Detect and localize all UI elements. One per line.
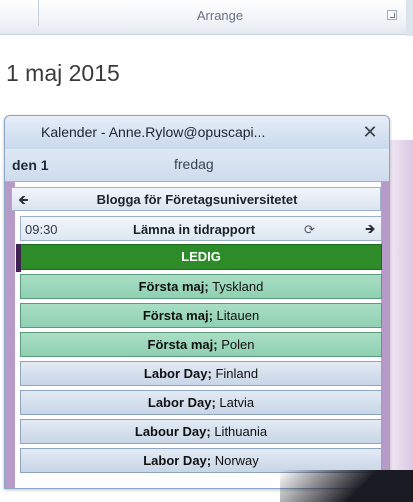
day-header: den 1 fredag	[5, 149, 389, 182]
window-title: Kalender - Anne.Rylow@opuscapi...	[41, 124, 266, 140]
page-shadow	[280, 470, 413, 502]
event-holiday[interactable]: Labor Day; Finland	[20, 361, 382, 386]
event-bold: Första maj;	[138, 279, 209, 294]
weekday: fredag	[174, 156, 214, 172]
event-bold: Labour Day;	[134, 424, 211, 439]
event-rest: Norway	[211, 453, 259, 468]
event-holiday[interactable]: Labour Day; Lithuania	[20, 419, 382, 444]
event-holiday[interactable]: Första maj; Tyskland	[20, 274, 382, 299]
event-bold: LEDIG	[181, 249, 221, 264]
free-edge	[16, 244, 21, 272]
event-rest: Tyskland	[208, 279, 264, 294]
event-bold: Labor Day;	[143, 453, 212, 468]
all-day-event-label: Blogga för Företagsuniversitetet	[96, 192, 298, 207]
arrow-right-icon[interactable]: 🡺	[365, 220, 376, 242]
calendar-peek-window: Kalender - Anne.Rylow@opuscapi... ✕ den …	[4, 115, 390, 489]
event-holiday[interactable]: Labor Day; Latvia	[20, 390, 382, 415]
day-number[interactable]: den 1	[12, 157, 49, 173]
event-rest: Latvia	[215, 395, 255, 410]
date-title: 1 maj 2015	[6, 60, 120, 86]
ribbon-group-label: Arrange	[196, 8, 244, 23]
recurrence-icon: ⟳	[304, 222, 315, 237]
ribbon: Arrange	[0, 0, 413, 36]
event-rest: Lithuania	[210, 424, 268, 439]
event-free[interactable]: LEDIG	[16, 244, 382, 272]
appointment-label: Lämna in tidrapport	[133, 222, 256, 237]
appointment[interactable]: 09:30 Lämna in tidrapport ⟳ 🡺	[20, 216, 382, 241]
appointment-time: 09:30	[25, 222, 58, 237]
calendar-edge	[388, 140, 413, 502]
day-body: 🡸 Blogga för Företagsuniversitetet 09:30…	[5, 182, 389, 488]
event-bold: Labor Day;	[143, 366, 212, 381]
event-bold: Första maj;	[147, 337, 218, 352]
event-bold: Labor Day;	[147, 395, 216, 410]
event-rest: Finland	[211, 366, 259, 381]
ribbon-edge	[406, 0, 413, 36]
event-rest: Litauen	[212, 308, 260, 323]
event-rest: Polen	[217, 337, 255, 352]
event-bold: Första maj;	[142, 308, 213, 323]
window-titlebar[interactable]: Kalender - Anne.Rylow@opuscapi... ✕	[5, 116, 389, 150]
dialog-launcher-icon[interactable]	[387, 10, 397, 20]
close-button[interactable]: ✕	[357, 120, 383, 144]
event-holiday[interactable]: Första maj; Litauen	[20, 303, 382, 328]
all-day-event[interactable]: 🡸 Blogga för Företagsuniversitetet	[11, 187, 381, 211]
event-list: LEDIG Första maj; Tyskland Första maj; L…	[16, 244, 382, 477]
ribbon-divider	[38, 0, 39, 26]
event-holiday[interactable]: Första maj; Polen	[20, 332, 382, 357]
